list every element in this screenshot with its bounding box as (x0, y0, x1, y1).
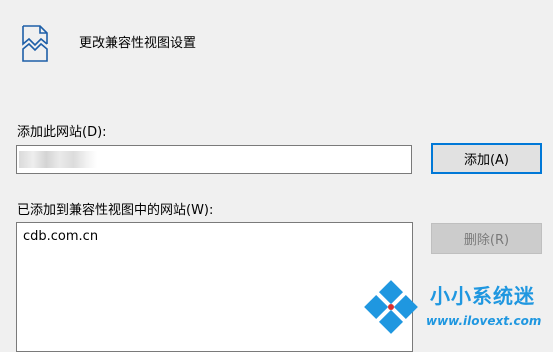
watermark-url: www.ilovext.com (426, 314, 542, 328)
broken-page-icon (22, 25, 48, 62)
remove-button[interactable]: 删除(R) (431, 223, 542, 254)
site-list[interactable]: cdb.com.cn (16, 222, 413, 352)
add-site-label: 添加此网站(D): (17, 125, 107, 140)
watermark-name: 小小系统迷 (430, 284, 535, 308)
dialog-title: 更改兼容性视图设置 (79, 36, 197, 51)
watermark: 小小系统迷 www.ilovext.com (360, 278, 550, 338)
list-item[interactable]: cdb.com.cn (23, 229, 98, 244)
add-button[interactable]: 添加(A) (431, 143, 542, 174)
site-list-label: 已添加到兼容性视图中的网站(W): (17, 203, 214, 218)
site-input[interactable] (16, 145, 412, 174)
windows-logo-icon (364, 280, 418, 334)
blurred-site-text (19, 151, 97, 168)
